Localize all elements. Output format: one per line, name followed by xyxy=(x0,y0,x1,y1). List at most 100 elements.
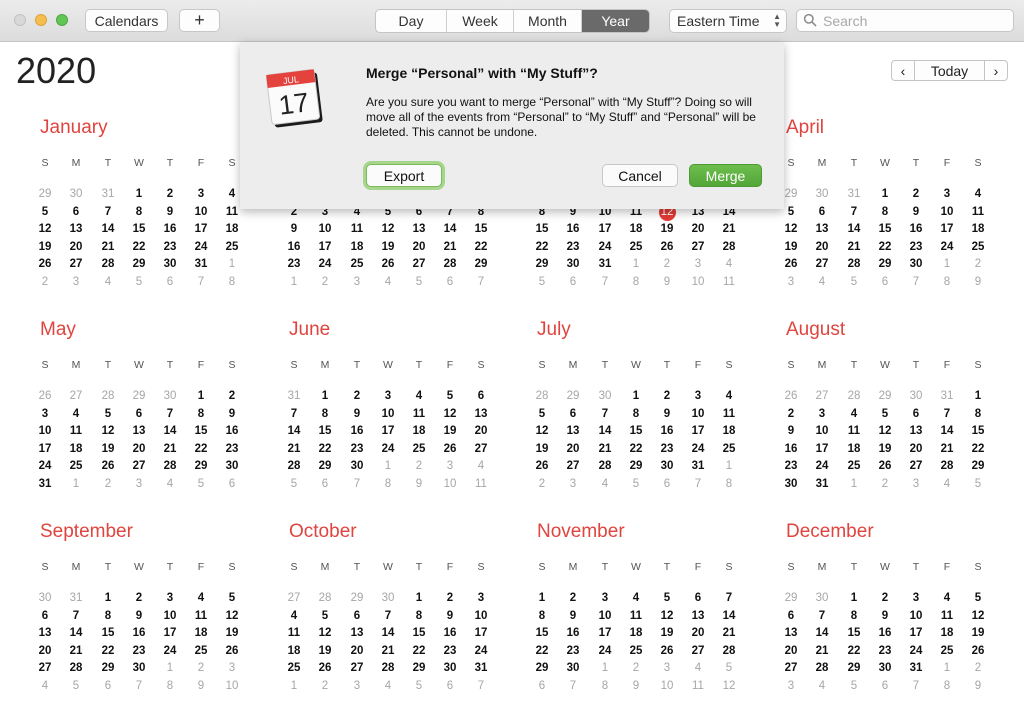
today-button[interactable]: Today xyxy=(914,60,985,81)
day-cell[interactable]: 29 xyxy=(527,256,557,273)
day-cell[interactable]: 28 xyxy=(93,388,123,405)
day-cell[interactable]: 2 xyxy=(963,256,993,273)
day-cell[interactable]: 21 xyxy=(435,239,465,256)
calendars-button[interactable]: Calendars xyxy=(85,9,168,32)
day-cell[interactable]: 6 xyxy=(901,406,931,423)
day-cell[interactable]: 6 xyxy=(807,204,837,221)
day-cell[interactable]: 6 xyxy=(30,608,60,625)
day-cell[interactable]: 17 xyxy=(186,221,216,238)
day-cell[interactable]: 10 xyxy=(373,406,403,423)
day-cell[interactable]: 7 xyxy=(839,204,869,221)
day-cell[interactable]: 3 xyxy=(155,590,185,607)
day-cell[interactable]: 12 xyxy=(963,608,993,625)
day-cell[interactable]: 29 xyxy=(93,660,123,677)
day-cell[interactable]: 8 xyxy=(932,678,962,695)
day-cell[interactable]: 18 xyxy=(342,239,372,256)
day-cell[interactable]: 9 xyxy=(621,678,651,695)
day-cell[interactable]: 28 xyxy=(435,256,465,273)
day-cell[interactable]: 9 xyxy=(186,678,216,695)
day-cell[interactable]: 27 xyxy=(404,256,434,273)
day-cell[interactable]: 9 xyxy=(901,204,931,221)
day-cell[interactable]: 10 xyxy=(310,221,340,238)
day-cell[interactable]: 16 xyxy=(901,221,931,238)
day-cell[interactable]: 12 xyxy=(776,221,806,238)
day-cell[interactable]: 4 xyxy=(373,678,403,695)
day-cell[interactable]: 26 xyxy=(870,458,900,475)
day-cell[interactable]: 17 xyxy=(807,441,837,458)
day-cell[interactable]: 31 xyxy=(279,388,309,405)
day-cell[interactable]: 16 xyxy=(652,423,682,440)
day-cell[interactable]: 5 xyxy=(963,476,993,493)
tab-month[interactable]: Month xyxy=(514,10,582,32)
day-cell[interactable]: 18 xyxy=(839,441,869,458)
day-cell[interactable]: 8 xyxy=(963,406,993,423)
day-cell[interactable]: 8 xyxy=(590,678,620,695)
day-cell[interactable]: 16 xyxy=(435,625,465,642)
day-cell[interactable]: 2 xyxy=(93,476,123,493)
day-cell[interactable]: 5 xyxy=(963,590,993,607)
day-cell[interactable]: 9 xyxy=(558,608,588,625)
day-cell[interactable]: 28 xyxy=(839,256,869,273)
month-name[interactable]: December xyxy=(786,521,874,543)
day-cell[interactable]: 28 xyxy=(279,458,309,475)
day-cell[interactable]: 10 xyxy=(466,608,496,625)
day-cell[interactable]: 15 xyxy=(310,423,340,440)
day-cell[interactable]: 3 xyxy=(342,678,372,695)
day-cell[interactable]: 23 xyxy=(342,441,372,458)
day-cell[interactable]: 26 xyxy=(217,643,247,660)
day-cell[interactable]: 15 xyxy=(870,221,900,238)
day-cell[interactable]: 18 xyxy=(61,441,91,458)
day-cell[interactable]: 27 xyxy=(342,660,372,677)
day-cell[interactable]: 15 xyxy=(527,625,557,642)
day-cell[interactable]: 18 xyxy=(621,625,651,642)
day-cell[interactable]: 10 xyxy=(186,204,216,221)
day-cell[interactable]: 19 xyxy=(870,441,900,458)
day-cell[interactable]: 10 xyxy=(30,423,60,440)
day-cell[interactable]: 20 xyxy=(466,423,496,440)
day-cell[interactable]: 17 xyxy=(901,625,931,642)
day-cell[interactable]: 13 xyxy=(124,423,154,440)
day-cell[interactable]: 15 xyxy=(186,423,216,440)
day-cell[interactable]: 27 xyxy=(61,256,91,273)
day-cell[interactable]: 8 xyxy=(155,678,185,695)
day-cell[interactable]: 23 xyxy=(155,239,185,256)
day-cell[interactable]: 30 xyxy=(776,476,806,493)
day-cell[interactable]: 3 xyxy=(590,590,620,607)
day-cell[interactable]: 4 xyxy=(279,608,309,625)
day-cell[interactable]: 29 xyxy=(621,458,651,475)
day-cell[interactable]: 30 xyxy=(155,388,185,405)
day-cell[interactable]: 10 xyxy=(807,423,837,440)
day-cell[interactable]: 8 xyxy=(621,274,651,291)
export-button[interactable]: Export xyxy=(366,164,442,187)
day-cell[interactable]: 28 xyxy=(932,458,962,475)
day-cell[interactable]: 26 xyxy=(963,643,993,660)
day-cell[interactable]: 26 xyxy=(310,660,340,677)
day-cell[interactable]: 3 xyxy=(373,388,403,405)
day-cell[interactable]: 2 xyxy=(558,590,588,607)
day-cell[interactable]: 19 xyxy=(310,643,340,660)
day-cell[interactable]: 29 xyxy=(404,660,434,677)
day-cell[interactable]: 1 xyxy=(373,458,403,475)
day-cell[interactable]: 27 xyxy=(61,388,91,405)
day-cell[interactable]: 20 xyxy=(901,441,931,458)
day-cell[interactable]: 15 xyxy=(404,625,434,642)
day-cell[interactable]: 24 xyxy=(30,458,60,475)
day-cell[interactable]: 19 xyxy=(652,625,682,642)
day-cell[interactable]: 10 xyxy=(901,608,931,625)
day-cell[interactable]: 13 xyxy=(807,221,837,238)
day-cell[interactable]: 3 xyxy=(342,274,372,291)
day-cell[interactable]: 31 xyxy=(901,660,931,677)
day-cell[interactable]: 26 xyxy=(30,388,60,405)
day-cell[interactable]: 19 xyxy=(93,441,123,458)
day-cell[interactable]: 3 xyxy=(558,476,588,493)
day-cell[interactable]: 31 xyxy=(61,590,91,607)
day-cell[interactable]: 5 xyxy=(310,608,340,625)
day-cell[interactable]: 31 xyxy=(839,186,869,203)
day-cell[interactable]: 13 xyxy=(776,625,806,642)
day-cell[interactable]: 4 xyxy=(932,590,962,607)
day-cell[interactable]: 4 xyxy=(466,458,496,475)
day-cell[interactable]: 18 xyxy=(621,221,651,238)
day-cell[interactable]: 11 xyxy=(683,678,713,695)
day-cell[interactable]: 5 xyxy=(30,204,60,221)
day-cell[interactable]: 8 xyxy=(870,204,900,221)
